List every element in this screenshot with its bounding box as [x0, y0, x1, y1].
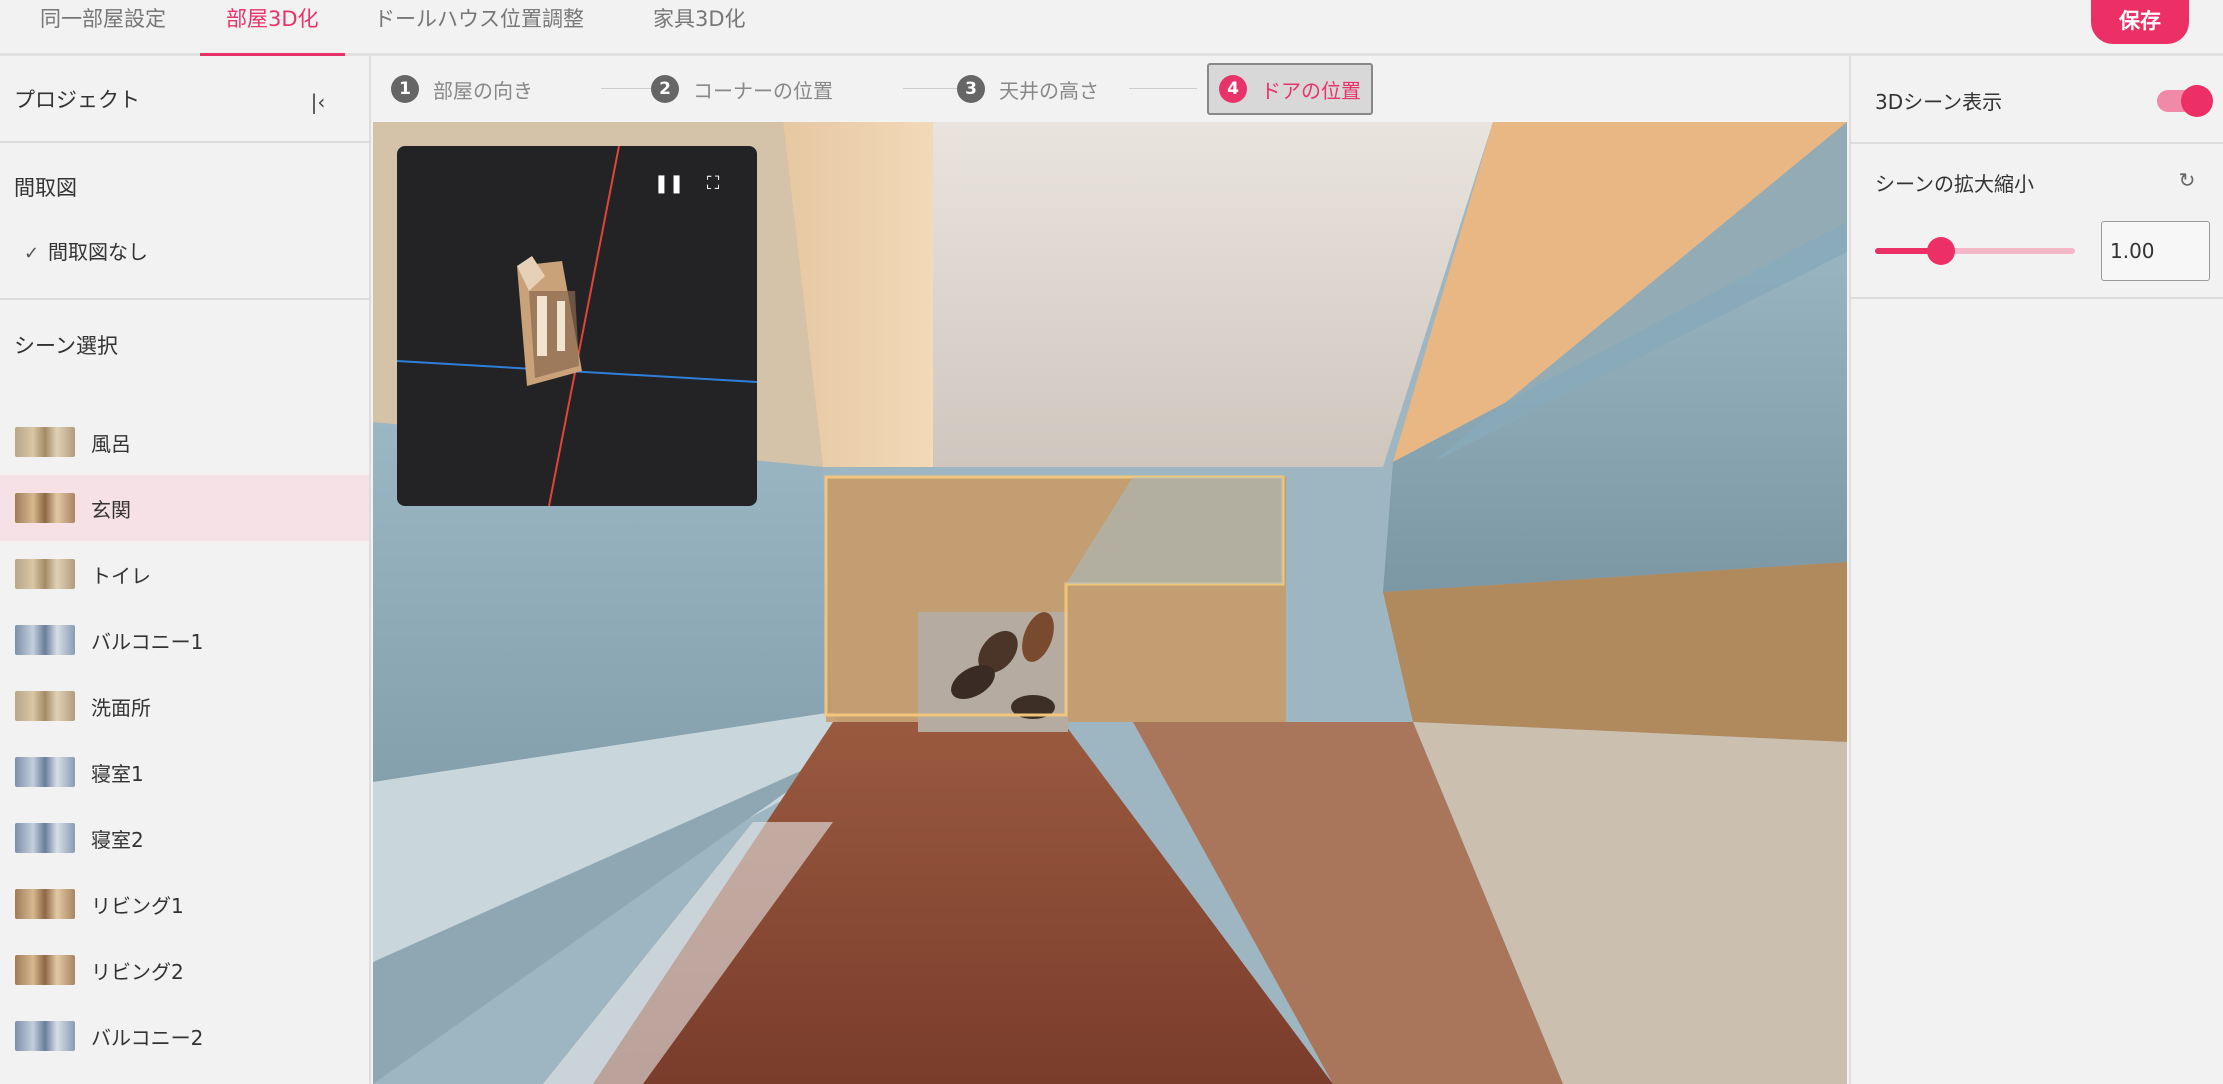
scene-item-bedroom2[interactable]: 寝室2: [0, 805, 369, 871]
step-corner-position[interactable]: 2 コーナーの位置: [651, 71, 833, 107]
step-connector: [1129, 88, 1197, 89]
divider: [1851, 297, 2223, 299]
fullscreen-icon[interactable]: ⛶: [697, 168, 729, 200]
scene-item-washroom[interactable]: 洗面所: [0, 673, 369, 739]
project-title: プロジェクト: [14, 88, 140, 112]
scene-display-toggle[interactable]: [2157, 85, 2213, 117]
scene-label: バルコニー2: [91, 1025, 204, 1050]
scene-thumbnail: [15, 889, 75, 919]
scene-select-title: シーン選択: [14, 334, 118, 358]
scene-label: 寝室1: [91, 761, 144, 786]
floorplan-item-label: 間取図なし: [48, 240, 148, 264]
scene-thumbnail: [15, 427, 75, 457]
right-settings-panel: 3Dシーン表示 シーンの拡大縮小 ↻: [1849, 56, 2223, 1084]
step-label: ドアの位置: [1261, 78, 1361, 103]
step-number: 4: [1219, 75, 1247, 103]
scene-item-balcony2[interactable]: バルコニー2: [0, 1003, 369, 1069]
tab-dollhouse-position[interactable]: ドールハウス位置調整: [374, 0, 584, 53]
step-number: 3: [957, 75, 985, 103]
scene-thumbnail: [15, 559, 75, 589]
collapse-sidebar-icon[interactable]: |‹: [300, 84, 336, 120]
scene-scale-label: シーンの拡大縮小: [1875, 172, 2034, 196]
step-number: 2: [651, 75, 679, 103]
scene-thumbnail: [15, 493, 75, 523]
scene-thumbnail: [15, 691, 75, 721]
save-button[interactable]: 保存: [2091, 0, 2189, 44]
dollhouse-minimap[interactable]: ❚❚ ⛶: [397, 146, 757, 506]
scene-label: バルコニー1: [91, 629, 204, 654]
scene-label: リビング1: [91, 893, 184, 918]
scene-label: 風呂: [91, 431, 131, 456]
scale-input[interactable]: [2101, 221, 2210, 281]
divider: [1851, 142, 2223, 144]
tab-same-room-settings[interactable]: 同一部屋設定: [40, 0, 166, 53]
scene-thumbnail: [15, 625, 75, 655]
scene-item-toilet[interactable]: トイレ: [0, 541, 369, 607]
scene-label: トイレ: [91, 563, 151, 588]
scene-item-entrance[interactable]: 玄関: [0, 475, 369, 541]
scene-item-living2[interactable]: リビング2: [0, 937, 369, 1003]
step-label: コーナーの位置: [693, 78, 833, 103]
scene-thumbnail: [15, 955, 75, 985]
step-ceiling-height[interactable]: 3 天井の高さ: [957, 71, 1099, 107]
step-label: 部屋の向き: [433, 78, 533, 103]
scale-slider[interactable]: [1875, 237, 2075, 265]
scene-thumbnail: [15, 1021, 75, 1051]
step-number: 1: [391, 75, 419, 103]
reset-icon[interactable]: ↻: [2173, 166, 2201, 194]
scene-item-bedroom1[interactable]: 寝室1: [0, 739, 369, 805]
floorplan-title: 間取図: [14, 176, 77, 200]
scene-item-living1[interactable]: リビング1: [0, 871, 369, 937]
floorplan-item[interactable]: ✓ 間取図なし: [24, 236, 148, 265]
scene-item-bath[interactable]: 風呂: [0, 409, 369, 475]
divider: [0, 298, 371, 300]
step-door-position[interactable]: 4 ドアの位置: [1207, 63, 1373, 115]
step-progress: 1 部屋の向き 2 コーナーの位置 3 天井の高さ 4 ドアの位置: [373, 56, 1847, 122]
step-room-orientation[interactable]: 1 部屋の向き: [391, 71, 533, 107]
slider-thumb[interactable]: [1927, 237, 1955, 265]
tab-furniture-3d[interactable]: 家具3D化: [653, 0, 746, 53]
scene-thumbnail: [15, 757, 75, 787]
pause-icon[interactable]: ❚❚: [653, 168, 685, 200]
tab-room-3d[interactable]: 部屋3D化: [200, 0, 345, 56]
toggle-knob: [2181, 85, 2213, 117]
scene-display-label: 3Dシーン表示: [1875, 90, 2003, 114]
scene-list: 風呂 玄関 トイレ バルコニー1 洗面所 寝室1 寝室2 リビング1 リビング2…: [0, 409, 369, 1069]
sidebar: プロジェクト |‹ 間取図 ✓ 間取図なし シーン選択 風呂 玄関 トイレ バルコ…: [0, 56, 371, 1084]
scene-item-balcony1[interactable]: バルコニー1: [0, 607, 369, 673]
top-tab-bar: 同一部屋設定 部屋3D化 ドールハウス位置調整 家具3D化 保存: [0, 0, 2223, 56]
minimap-canvas[interactable]: [397, 146, 757, 506]
divider: [0, 141, 371, 143]
step-label: 天井の高さ: [999, 78, 1099, 103]
scene-thumbnail: [15, 823, 75, 853]
scene-label: リビング2: [91, 959, 184, 984]
scene-viewport[interactable]: ❚❚ ⛶: [373, 122, 1847, 1084]
scene-label: 洗面所: [91, 695, 151, 720]
check-icon: ✓: [24, 243, 40, 264]
scene-label: 玄関: [91, 497, 131, 522]
scene-label: 寝室2: [91, 827, 144, 852]
